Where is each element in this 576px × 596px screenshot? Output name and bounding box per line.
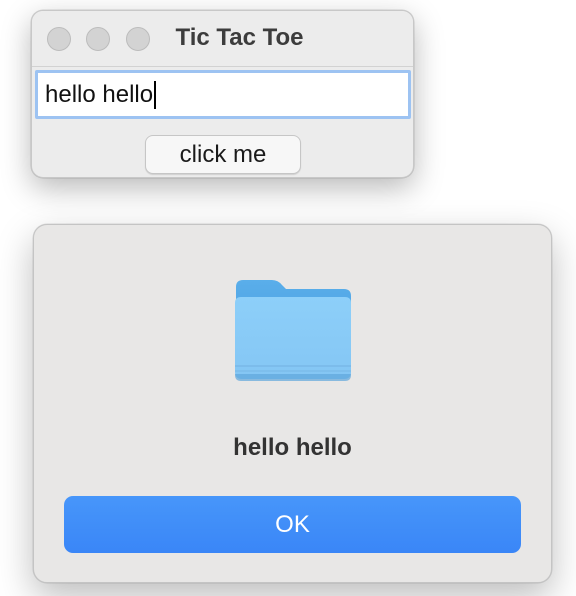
- alert-dialog: hello hello OK: [33, 224, 552, 583]
- folder-icon: [235, 280, 351, 381]
- desktop: Tic Tac Toe hello hello click me hello h…: [0, 0, 576, 596]
- window-title: Tic Tac Toe: [175, 24, 304, 51]
- click-me-button[interactable]: click me: [145, 135, 301, 174]
- app-window: Tic Tac Toe hello hello click me: [31, 10, 414, 178]
- text-input-value: hello hello: [45, 80, 154, 108]
- text-caret: [154, 80, 157, 109]
- ok-button[interactable]: OK: [64, 496, 521, 553]
- title-bar[interactable]: Tic Tac Toe: [32, 11, 413, 67]
- alert-message: hello hello: [233, 434, 352, 461]
- text-input[interactable]: hello hello: [35, 70, 411, 119]
